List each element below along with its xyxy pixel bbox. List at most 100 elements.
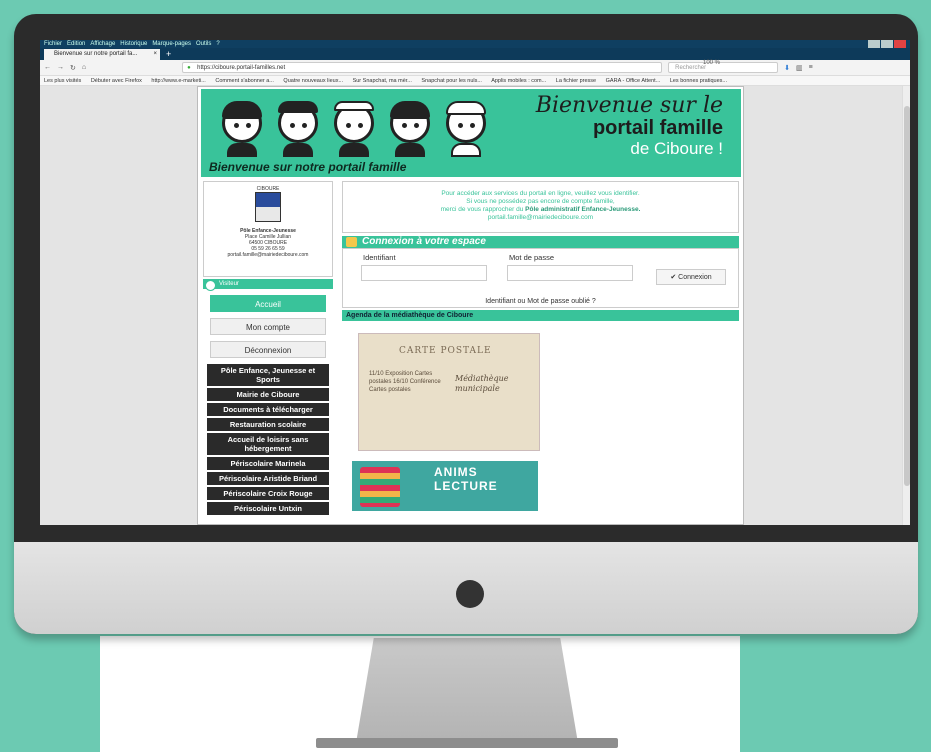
menu-icon[interactable]: ≡	[809, 64, 813, 71]
forward-icon[interactable]: →	[57, 64, 64, 71]
people-icon	[346, 237, 357, 247]
window-controls	[867, 40, 906, 48]
banner-title-line2: portail famille	[592, 117, 723, 139]
bookmark-item[interactable]: Applis mobiles : com...	[491, 78, 546, 84]
menu-item[interactable]: Historique	[120, 40, 147, 48]
home-icon[interactable]: ⌂	[82, 64, 86, 71]
sidebar-item-pole-enfance[interactable]: Pôle Enfance, Jeunesse et Sports	[207, 364, 329, 386]
new-tab-button[interactable]: +	[166, 49, 171, 60]
browser-tab[interactable]: Bienvenue sur notre portail fa... ×	[44, 49, 160, 60]
info-text: merci de vous rapprocher du	[440, 206, 524, 213]
zoom-level[interactable]: 100 %	[703, 60, 720, 66]
bookmark-item[interactable]: Débuter avec Firefox	[91, 78, 142, 84]
header-banner: Bienvenue sur le portail famille de Cibo…	[201, 89, 741, 177]
info-email[interactable]: portail.famille@mairiedeciboure.com	[343, 214, 738, 222]
sidebar-item-mairie[interactable]: Mairie de Ciboure	[207, 388, 329, 401]
reload-icon[interactable]: ↻	[70, 64, 76, 72]
info-bold: Pôle administratif Enfance-Jeunesse.	[525, 206, 641, 213]
home-button[interactable]: Accueil	[210, 295, 326, 312]
username-input[interactable]	[361, 265, 487, 281]
bookmark-item[interactable]: Les plus visités	[44, 78, 81, 84]
bookmark-item[interactable]: GARA - Office Attent...	[606, 78, 661, 84]
crest-label: CIBOURE	[256, 186, 280, 192]
sidebar-item-marinela[interactable]: Périscolaire Marinela	[207, 457, 329, 470]
screen: Fichier Édition Affichage Historique Mar…	[40, 40, 910, 525]
sidebar-item-documents[interactable]: Documents à télécharger	[207, 403, 329, 416]
bookmark-item[interactable]: Snapchat pour les nuls...	[421, 78, 482, 84]
menu-item[interactable]: Fichier	[44, 40, 62, 48]
anims-title: ANIMS LECTURE	[434, 465, 498, 493]
scene: Fichier Édition Affichage Historique Mar…	[0, 0, 931, 752]
info-line: Pour accéder aux services du portail en …	[441, 190, 640, 197]
face-icon	[275, 101, 321, 159]
downloads-icon[interactable]: ⬇	[784, 64, 790, 72]
sidebar-item-aristide-briand[interactable]: Périscolaire Aristide Briand	[207, 472, 329, 485]
lock-icon: ●	[187, 65, 191, 71]
family-illustration	[219, 101, 489, 159]
close-tab-icon[interactable]: ×	[153, 49, 157, 60]
sidebar-item-croix-rouge[interactable]: Périscolaire Croix Rouge	[207, 487, 329, 500]
info-box: Pour accéder aux services du portail en …	[342, 181, 739, 233]
face-icon	[387, 101, 433, 159]
login-form: Identifiant Mot de passe ✔ Connexion Ide…	[342, 248, 739, 308]
login-button[interactable]: ✔ Connexion	[656, 269, 726, 285]
bookmark-item[interactable]: La fichier presse	[556, 78, 596, 84]
sidebar-item-untxin[interactable]: Périscolaire Untxin	[207, 502, 329, 515]
agenda-header: Agenda de la médiathèque de Ciboure	[342, 310, 739, 321]
user-label: Visiteur	[219, 281, 239, 287]
poster-title: CARTE POSTALE	[399, 346, 492, 356]
login-section-header: Connexion à votre espace	[342, 236, 739, 248]
banner-title: Bienvenue sur le portail famille de Cibo…	[536, 93, 723, 160]
menu-item[interactable]: Marque-pages	[152, 40, 191, 48]
forgot-credentials-link[interactable]: Identifiant ou Mot de passe oublié ?	[343, 298, 738, 305]
username-label: Identifiant	[363, 253, 396, 262]
login-title: Connexion à votre espace	[362, 236, 486, 247]
scrollbar-thumb[interactable]	[904, 106, 910, 486]
maximize-button[interactable]	[881, 40, 893, 48]
close-window-button[interactable]	[894, 40, 906, 48]
bookmark-item[interactable]: http://www.e-marketi...	[151, 78, 205, 84]
my-account-button[interactable]: Mon compte	[210, 318, 326, 335]
bookmark-item[interactable]: Quatre nouveaux lieux...	[283, 78, 343, 84]
scrollbar[interactable]	[902, 86, 910, 525]
banner-title-line3: de Ciboure !	[630, 139, 723, 158]
menu-item[interactable]: Édition	[67, 40, 85, 48]
banner-title-line1: Bienvenue sur le	[535, 93, 723, 118]
sidebar-item-restauration[interactable]: Restauration scolaire	[207, 418, 329, 431]
monitor-logo-dot	[456, 580, 484, 608]
face-icon	[443, 101, 489, 159]
menu-item[interactable]: Outils	[196, 40, 211, 48]
sidebar-item-accueil-loisirs[interactable]: Accueil de loisirs sans hébergement	[207, 433, 329, 455]
url-bar[interactable]: ● https://ciboure.portail-familles.net	[182, 62, 663, 73]
search-input[interactable]: Rechercher	[668, 62, 779, 73]
logout-button[interactable]: Déconnexion	[210, 341, 326, 358]
sidebar-nav: Pôle Enfance, Jeunesse et Sports Mairie …	[203, 364, 333, 515]
user-status-bar: Visiteur	[203, 279, 333, 291]
menu-item[interactable]: Affichage	[90, 40, 115, 48]
bookmark-item[interactable]: Sur Snapchat, ma mèr...	[353, 78, 412, 84]
back-icon[interactable]: ←	[44, 64, 51, 71]
org-email[interactable]: portail.famille@mairiedeciboure.com	[204, 252, 332, 258]
main-content: Pour accéder aux services du portail en …	[342, 181, 739, 511]
menu-item[interactable]: ?	[216, 40, 219, 48]
organization-card: CIBOURE Pôle Enfance-Jeunesse Place Cami…	[203, 181, 333, 277]
face-icon	[331, 101, 377, 159]
poster-venue: Médiathèque municipale	[455, 374, 509, 393]
bookmark-item[interactable]: Comment s'abonner a...	[215, 78, 274, 84]
postcard-event-poster[interactable]: CARTE POSTALE 11/10 Exposition Cartes po…	[358, 333, 540, 451]
tab-title: Bienvenue sur notre portail fa...	[54, 51, 138, 57]
anims-lecture-banner[interactable]: ANIMS LECTURE	[352, 461, 538, 511]
password-input[interactable]	[507, 265, 633, 281]
library-icon[interactable]: ▥	[796, 64, 803, 72]
sidebar: CIBOURE Pôle Enfance-Jeunesse Place Cami…	[203, 181, 333, 523]
info-line: merci de vous rapprocher du Pôle adminis…	[343, 206, 738, 214]
minimize-button[interactable]	[868, 40, 880, 48]
browser-tabbar: Bienvenue sur notre portail fa... × +	[40, 48, 910, 60]
portal-page: Bienvenue sur le portail famille de Cibo…	[197, 86, 744, 525]
page-viewport: Bienvenue sur le portail famille de Cibo…	[40, 86, 910, 525]
banner-subtitle: Bienvenue sur notre portail famille	[209, 160, 407, 174]
url-text: https://ciboure.portail-familles.net	[197, 65, 286, 71]
face-icon	[219, 101, 265, 159]
bookmark-item[interactable]: Les bonnes pratiques...	[670, 78, 727, 84]
bookmarks-bar: Les plus visités Débuter avec Firefox ht…	[40, 76, 910, 86]
